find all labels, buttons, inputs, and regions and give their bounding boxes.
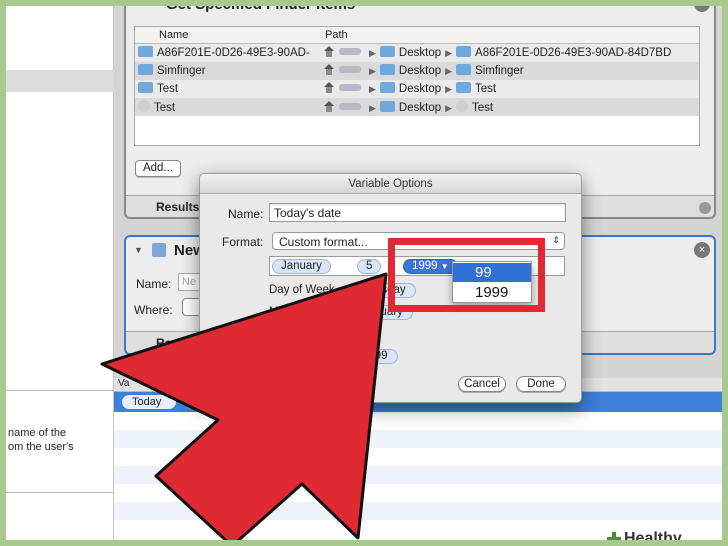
redacted-username (339, 84, 361, 91)
path-separator-icon: ▶ (369, 103, 376, 113)
path-separator-icon: ▶ (445, 84, 453, 94)
gear-file-icon (138, 100, 150, 112)
description-line-2: om the user's (8, 441, 74, 453)
resize-icon[interactable] (699, 202, 711, 214)
row-path-2: Test (472, 102, 494, 114)
name-label: Name: (136, 277, 172, 291)
redacted-username (339, 48, 361, 55)
action-description: name of the om the user's (6, 426, 106, 454)
format-value: Custom format... (279, 235, 368, 249)
variable-token[interactable]: Today (122, 395, 176, 409)
row-name: Test (157, 83, 179, 95)
path-separator-icon: ▶ (445, 66, 453, 76)
disclosure-triangle-icon[interactable]: ▼ (134, 245, 143, 255)
list-row (114, 430, 722, 448)
row-path-2: Simfinger (475, 65, 524, 77)
month-token[interactable]: January (272, 259, 331, 274)
row-path-1: Desktop (398, 47, 442, 59)
path-separator-icon: ▶ (445, 48, 453, 58)
variables-list: Va Today (114, 378, 722, 540)
day-token[interactable]: 5 (352, 327, 379, 342)
home-icon (323, 46, 335, 57)
row-path-2: Test (475, 83, 497, 95)
add-button[interactable]: Add... (135, 160, 181, 177)
row-path-1: Desktop (398, 65, 442, 77)
row-path-1: Desktop (398, 83, 442, 95)
variable-name-field[interactable]: Today's date (269, 203, 566, 222)
row-name: Simfinger (157, 65, 206, 77)
folder-icon (456, 82, 472, 93)
table-row[interactable]: A86F201E-0D26-49E3-90AD- ▶ Desktop ▶ A86F20… (135, 44, 699, 62)
folder-icon (379, 101, 395, 112)
cancel-button[interactable]: Cancel (458, 376, 506, 392)
table-row[interactable]: Test ▶ Desktop ▶ Test (135, 98, 699, 116)
row-name: A86F201E-0D26-49E3-90AD- (157, 47, 310, 59)
folder-icon (138, 64, 153, 75)
column-header-name[interactable]: Name (159, 29, 188, 41)
redacted-username (339, 103, 361, 110)
results-label: Results (156, 336, 200, 350)
close-icon[interactable]: × (694, 242, 710, 258)
path-separator-icon: ▶ (369, 66, 376, 76)
where-label: Where: (134, 303, 173, 317)
folder-icon (379, 82, 395, 93)
updown-arrows-icon: ⇕ (552, 235, 560, 245)
table-header: Name Path (135, 27, 699, 44)
folder-icon (379, 64, 395, 75)
dialog-title: Variable Options (200, 174, 581, 194)
finder-items-table: Name Path A86F201E-0D26-49E3-90AD- ▶ Desk… (134, 26, 700, 146)
home-icon (323, 64, 335, 75)
home-icon (323, 101, 335, 112)
folder-icon (456, 64, 472, 75)
redacted-username (339, 66, 361, 73)
format-label: Format: (222, 235, 264, 249)
table-row[interactable]: Simfinger ▶ Desktop ▶ Simfinger (135, 62, 699, 80)
day-of-week-label: Day of Week (269, 284, 335, 296)
close-icon[interactable]: × (694, 6, 710, 12)
gear-file-icon (456, 100, 469, 112)
row-path-1: Desktop (398, 102, 442, 114)
library-divider-2 (6, 492, 114, 493)
done-button[interactable]: Done (516, 376, 566, 392)
library-column: name of the om the user's (6, 6, 114, 540)
watermark-text: Healthy Living (624, 530, 682, 546)
folder-icon (138, 82, 153, 93)
automator-action-icon (152, 243, 166, 257)
screenshot-frame: name of the om the user's Get Specified … (0, 0, 728, 546)
path-separator-icon: ▶ (445, 103, 453, 113)
table-row[interactable]: Test ▶ Desktop ▶ Test (135, 80, 699, 98)
library-divider (6, 390, 114, 391)
list-row (114, 466, 722, 484)
list-row (114, 502, 722, 520)
description-line-1: name of the (8, 427, 67, 439)
home-icon (323, 82, 335, 93)
path-separator-icon: ▶ (369, 84, 376, 94)
month-label: Month (269, 306, 301, 318)
highlight-box (388, 238, 545, 312)
path-separator-icon: ▶ (369, 48, 376, 58)
results-label: Results (156, 200, 200, 214)
name-label: Name: (228, 207, 264, 221)
year-token[interactable]: 1999 (352, 349, 398, 364)
row-name: Test (154, 102, 176, 114)
action-title: Get Specified Finder Items (166, 0, 356, 13)
folder-icon (456, 46, 472, 57)
watermark: Healthy Living (602, 526, 722, 546)
day-token[interactable]: 5 (357, 259, 382, 274)
row-path-2: A86F201E-0D26-49E3-90AD-84D7BD (475, 47, 672, 59)
library-selected-row[interactable] (6, 70, 114, 92)
folder-icon (138, 46, 153, 57)
folder-icon (379, 46, 395, 57)
column-header-path[interactable]: Path (325, 29, 348, 41)
heart-plus-icon (607, 532, 621, 540)
